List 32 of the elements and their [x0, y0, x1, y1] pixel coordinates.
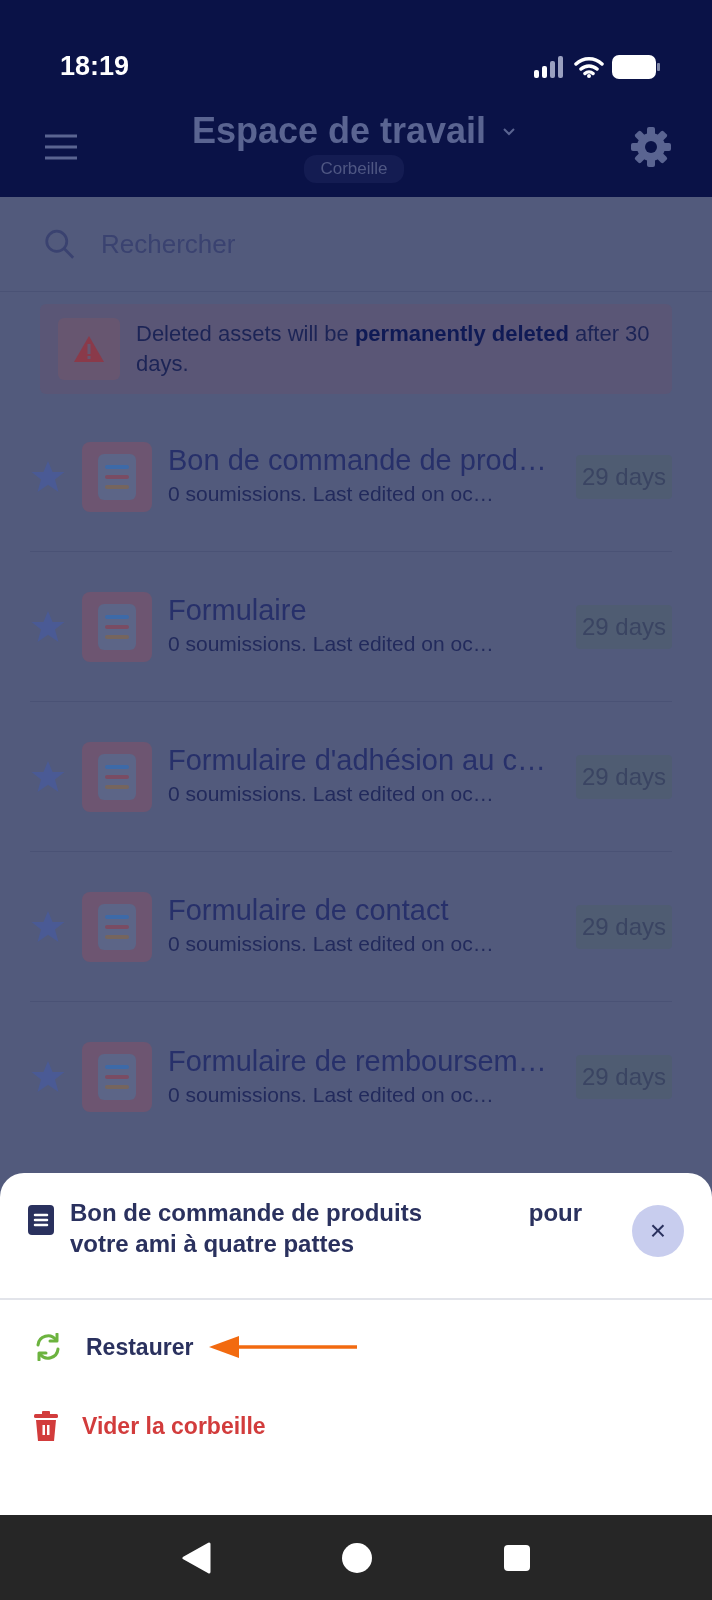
form-icon: [82, 741, 152, 812]
warning-text: Deleted assets will be permanently deleted after 30 days.: [136, 320, 651, 378]
wifi-icon: [574, 55, 604, 78]
star-icon[interactable]: [30, 459, 66, 494]
form-icon: [82, 441, 152, 512]
menu-icon[interactable]: [44, 133, 78, 161]
star-icon[interactable]: [30, 909, 66, 944]
chevron-down-icon[interactable]: [502, 126, 517, 136]
star-icon[interactable]: [30, 609, 66, 644]
settings-icon[interactable]: [630, 126, 672, 168]
signal-icon: [534, 55, 566, 78]
restore-button[interactable]: Restaurer: [86, 1330, 194, 1365]
battery-icon: [612, 54, 660, 79]
empty-trash-button[interactable]: Vider la corbeille: [82, 1408, 266, 1443]
status-time: 18:19: [60, 50, 130, 84]
sheet-title: Bon de commande de produits pour votre ami à quatre pattes: [70, 1198, 584, 1260]
trash-label: Corbeille: [304, 155, 404, 183]
form-icon: [28, 1205, 54, 1235]
home-icon[interactable]: [341, 1541, 373, 1574]
search-icon: [44, 227, 75, 261]
form-icon: [82, 891, 152, 962]
close-button[interactable]: ×: [632, 1205, 684, 1257]
recents-icon[interactable]: [503, 1543, 531, 1572]
back-icon[interactable]: [181, 1541, 211, 1574]
form-icon: [82, 591, 152, 662]
refresh-icon: [34, 1333, 62, 1362]
star-icon[interactable]: [30, 1060, 66, 1094]
star-icon[interactable]: [30, 759, 66, 794]
warning-icon: [58, 318, 120, 380]
trash-icon: [34, 1410, 58, 1441]
workspace-title[interactable]: Espace de travail: [191, 111, 487, 152]
form-icon: [82, 1042, 152, 1112]
